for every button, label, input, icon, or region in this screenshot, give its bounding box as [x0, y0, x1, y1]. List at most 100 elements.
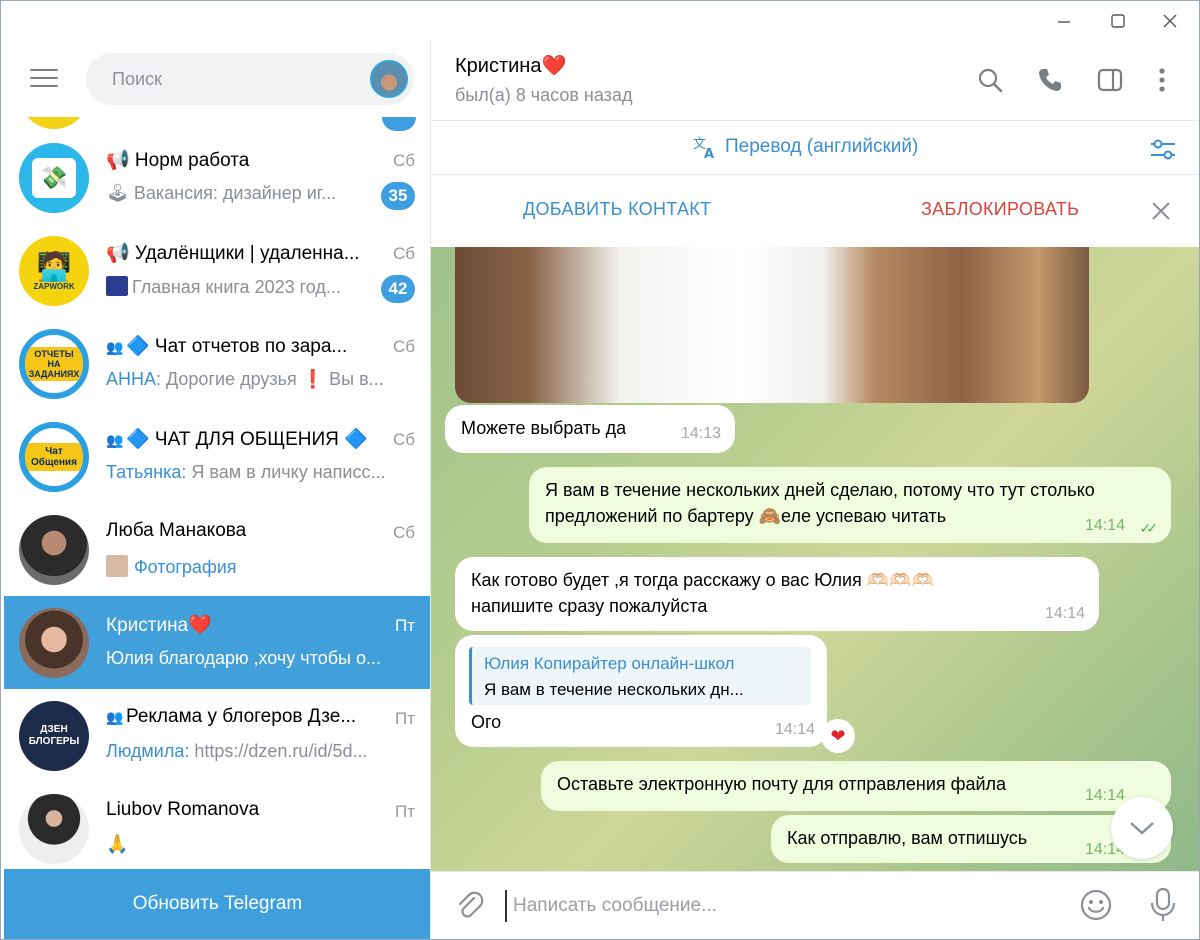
avatar: 🧑‍💻 ZAPWORK	[19, 236, 89, 306]
chat-date: Сб	[392, 244, 415, 263]
message-time: 14:14	[774, 721, 815, 738]
maximize-icon	[1111, 14, 1125, 28]
attach-button[interactable]	[453, 890, 485, 922]
chat-preview: Юлия благодарю ,хочу чтобы о...	[106, 648, 381, 668]
chat-title: Кристина❤️	[106, 615, 212, 636]
chat-item[interactable]: ДЗЕН БЛОГЕРЫ 👥 Реклама у блогеров Дзе... …	[4, 689, 430, 782]
preview-author: АННА:	[106, 369, 162, 389]
search-button[interactable]	[973, 63, 1007, 97]
chat-item[interactable]: Liubov Romanova Пт 🙏	[4, 782, 430, 875]
search-icon	[978, 68, 1003, 93]
message-time: 14:14	[1084, 517, 1125, 534]
chat-date: Сб	[392, 151, 415, 170]
message-outgoing[interactable]: Я вам в течение нескольких дней сделаю, …	[529, 467, 1171, 543]
avatar: 💸	[19, 143, 89, 213]
avatar: ОТЧЕТЫ НА ЗАДАНИЯХ	[19, 329, 89, 399]
block-user-button[interactable]: ЗАБЛОКИРОВАТЬ	[921, 199, 1079, 220]
translate-settings-button[interactable]	[1149, 135, 1177, 163]
avatar	[19, 515, 89, 585]
message-incoming[interactable]: Как готово будет ,я тогда расскажу о вас…	[455, 557, 1099, 631]
chat-item[interactable]: 💸 📢 Норм работа Сб 🕹 Вакансия: дизайнер …	[4, 131, 430, 224]
title-bar	[1, 1, 1199, 39]
avatar	[19, 608, 89, 678]
chat-preview: Фотография	[106, 555, 411, 578]
message-text-line: напишите сразу пожалуйста	[471, 596, 708, 616]
reply-preview[interactable]: Юлия Копирайтер онлайн-школ Я вам в тече…	[469, 647, 811, 705]
message-outgoing[interactable]: Оставьте электронную почту для отправлен…	[541, 761, 1171, 811]
photo-message[interactable]	[455, 247, 1089, 403]
group-icon: 👥	[106, 709, 124, 725]
message-history: Можете выбрать да 14:13 Я вам в течение …	[431, 247, 1199, 871]
avatar: ДЗЕН БЛОГЕРЫ	[19, 701, 89, 771]
group-icon: 👥	[106, 432, 124, 448]
chevron-down-icon	[1130, 822, 1154, 835]
maximize-button[interactable]	[1095, 5, 1141, 37]
reply-text: Я вам в течение нескольких дн...	[484, 680, 744, 699]
minimize-button[interactable]	[1041, 5, 1087, 37]
media-thumb-icon	[106, 276, 128, 296]
avatar-text: Чат Общения	[25, 443, 83, 471]
close-window-button[interactable]	[1147, 5, 1193, 37]
sidebar: Поиск 💸 📢 Норм работа Сб 🕹 Вакансия: диз…	[4, 39, 431, 939]
peer-status: был(а) 8 часов назад	[455, 85, 633, 105]
message-input[interactable]	[505, 890, 1065, 922]
svg-text:A: A	[704, 147, 714, 159]
close-icon	[1152, 202, 1170, 220]
sidebar-header: Поиск	[4, 39, 430, 117]
message-incoming-reply[interactable]: Юлия Копирайтер онлайн-школ Я вам в тече…	[455, 635, 827, 747]
message-text-line: предложений по бартеру 🙈еле успеваю чита…	[545, 506, 947, 526]
avatar-text: ДЗЕН БЛОГЕРЫ	[28, 724, 80, 747]
chat-item[interactable]: 🧑‍💻 ZAPWORK 📢 Удалёнщики | удаленна... С…	[4, 224, 430, 317]
peer-name[interactable]: Кристина❤️	[455, 53, 566, 78]
emoji-button[interactable]	[1079, 888, 1113, 922]
scroll-to-bottom-button[interactable]	[1111, 797, 1173, 859]
search-input[interactable]: Поиск	[86, 53, 414, 105]
microphone-icon	[1150, 887, 1176, 921]
message-text: Можете выбрать да	[461, 418, 627, 438]
stories-avatar[interactable]	[370, 60, 408, 98]
heart-reaction-icon[interactable]: ❤	[821, 719, 855, 753]
translate-label: Перевод (английский)	[725, 136, 919, 157]
chat-item-active[interactable]: Кристина❤️ Пт Юлия благодарю ,хочу чтобы…	[4, 596, 430, 689]
chat-preview: Главная книга 2023 год...	[106, 276, 411, 298]
chat-title: 👥 Реклама у блогеров Дзе...	[106, 706, 357, 727]
avatar	[19, 794, 89, 864]
telegram-window: Поиск 💸 📢 Норм работа Сб 🕹 Вакансия: диз…	[0, 0, 1200, 940]
chat-date: Пт	[394, 802, 415, 821]
chat-item[interactable]: Люба Манакова Сб Фотография	[4, 503, 430, 596]
message-text: Ого	[471, 712, 502, 732]
sidebar-toggle-button[interactable]	[1093, 63, 1127, 97]
chat-panel: Кристина❤️ был(а) 8 часов назад 文A Перев…	[431, 39, 1199, 939]
translate-button[interactable]: 文A Перевод (английский)	[693, 135, 918, 159]
chat-item-partial[interactable]	[4, 117, 430, 131]
chat-item[interactable]: Чат Общения 👥 🔷 ЧАТ ДЛЯ ОБЩЕНИЯ 🔷 Сб Тать…	[4, 410, 430, 503]
chat-date: Сб	[392, 337, 415, 356]
reply-author: Юлия Копирайтер онлайн-школ	[484, 654, 735, 673]
message-text: Оставьте электронную почту для отправлен…	[557, 774, 1007, 794]
chat-date: Сб	[392, 523, 415, 542]
search-placeholder: Поиск	[112, 69, 162, 89]
more-button[interactable]	[1145, 63, 1179, 97]
menu-icon[interactable]	[30, 69, 58, 89]
close-action-bar-button[interactable]	[1149, 199, 1173, 223]
panel-icon	[1097, 68, 1123, 92]
update-telegram-button[interactable]: Обновить Telegram	[4, 869, 430, 939]
message-time: 14:13	[680, 425, 721, 442]
chat-preview: Татьянка: Я вам в личку написс...	[106, 462, 386, 482]
phone-icon	[1039, 69, 1061, 91]
voice-message-button[interactable]	[1147, 886, 1179, 924]
contact-action-bar: ДОБАВИТЬ КОНТАКТ ЗАБЛОКИРОВАТЬ	[431, 175, 1199, 247]
chat-item[interactable]: ОТЧЕТЫ НА ЗАДАНИЯХ 👥 🔷 Чат отчетов по зар…	[4, 317, 430, 410]
chat-date: Пт	[394, 616, 415, 635]
message-incoming[interactable]: Можете выбрать да 14:13	[445, 405, 735, 453]
message-time: 14:14	[1084, 787, 1125, 804]
call-button[interactable]	[1033, 63, 1067, 97]
message-time: 14:14	[1044, 605, 1085, 622]
photo-thumb-icon	[106, 555, 128, 577]
chat-title: 📢 Удалёнщики | удаленна...	[106, 243, 360, 264]
chat-date: Сб	[392, 430, 415, 449]
chat-title: Liubov Romanova	[106, 799, 260, 820]
add-contact-button[interactable]: ДОБАВИТЬ КОНТАКТ	[523, 199, 711, 220]
translate-icon: 文A	[693, 137, 714, 159]
close-icon	[1163, 14, 1177, 28]
